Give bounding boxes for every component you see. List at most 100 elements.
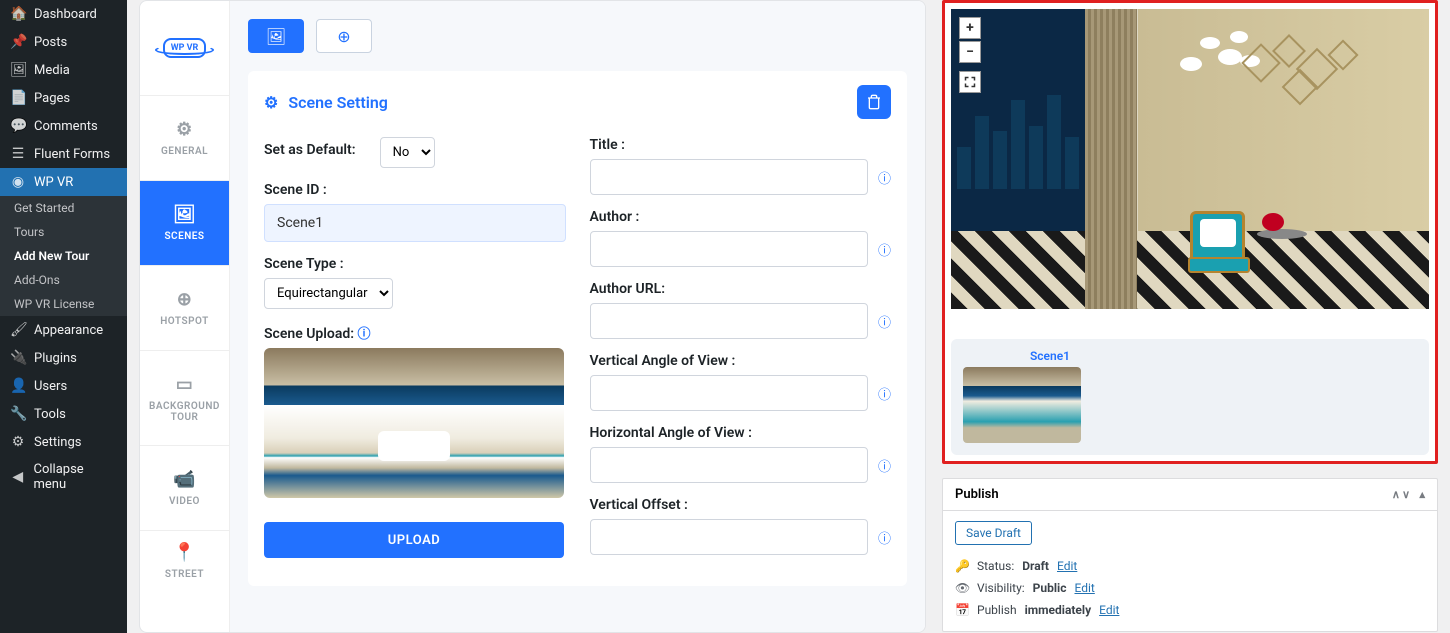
save-draft-button[interactable]: Save Draft <box>955 521 1032 545</box>
tab-label: VIDEO <box>169 496 200 507</box>
menu-fluent-forms[interactable]: ☰ Fluent Forms <box>0 140 127 168</box>
collapse-icon: ◀ <box>10 469 26 485</box>
menu-plugins[interactable]: 🔌Plugins <box>0 344 127 372</box>
menu-label: Posts <box>34 35 67 50</box>
info-icon[interactable]: ⓘ <box>878 168 891 187</box>
menu-label: Settings <box>34 435 81 450</box>
edit-status-link[interactable]: Edit <box>1057 559 1077 573</box>
haov-label: Horizontal Angle of View : <box>590 425 892 441</box>
voffset-label: Vertical Offset : <box>590 497 892 513</box>
menu-label: Pages <box>34 91 70 106</box>
menu-collapse[interactable]: ◀Collapse menu <box>0 456 127 498</box>
carousel-thumb[interactable] <box>963 367 1081 443</box>
wpvr-logo: WP VR <box>140 1 229 96</box>
wp-admin-sidebar: 🏠Dashboard 📌 Posts 🖼Media 📄Pages 💬 Comment… <box>0 0 127 633</box>
menu-label: Fluent Forms <box>34 147 110 162</box>
menu-wp-vr[interactable]: ◉WP VR <box>0 168 127 196</box>
tab-street[interactable]: 📍STREET <box>140 531 229 591</box>
info-icon[interactable]: ⓘ <box>878 312 891 331</box>
submenu-addons[interactable]: Add-Ons <box>0 268 127 292</box>
menu-label: Appearance <box>34 323 103 338</box>
scene-type-select[interactable]: Equirectangular <box>264 278 393 309</box>
publish-toggle-arrows[interactable]: ∧∨ ▴ <box>1392 488 1425 501</box>
vaov-label: Vertical Angle of View : <box>590 353 892 369</box>
caret-up-icon: ▴ <box>1419 488 1425 501</box>
tab-general[interactable]: ⚙GENERAL <box>140 96 229 181</box>
tab-video[interactable]: 📹VIDEO <box>140 446 229 531</box>
zoom-in-button[interactable]: + <box>959 17 981 39</box>
preview-box: + − Scene1 <box>942 0 1438 464</box>
menu-comments[interactable]: 💬 Comments <box>0 112 127 140</box>
panorama-viewer[interactable]: + − <box>951 9 1429 309</box>
menu-pages[interactable]: 📄Pages <box>0 84 127 112</box>
target-icon: ⊕ <box>177 289 193 310</box>
edit-schedule-link[interactable]: Edit <box>1099 603 1119 617</box>
form-icon: ☰ <box>10 146 26 162</box>
vertical-tabs: WP VR ⚙GENERAL 🖼SCENES ⊕HOTSPOT ▭BACKGRO… <box>140 1 230 632</box>
voffset-input[interactable] <box>590 519 868 555</box>
tab-hotspot[interactable]: ⊕HOTSPOT <box>140 266 229 351</box>
info-icon[interactable]: ⓘ <box>358 327 371 342</box>
fullscreen-icon <box>964 76 976 88</box>
menu-label: Tools <box>34 407 66 422</box>
status-value: Draft <box>1022 559 1049 573</box>
info-icon[interactable]: ⓘ <box>878 240 891 259</box>
add-scene-tab[interactable]: ⊕ <box>316 19 372 53</box>
haov-input[interactable] <box>590 447 868 483</box>
scene-setting-card: ⚙ Scene Setting Set as Default: No <box>248 71 907 586</box>
brush-icon: 🖌 <box>10 322 26 338</box>
tab-label: SCENES <box>164 231 204 242</box>
fullscreen-button[interactable] <box>959 71 981 93</box>
edit-visibility-link[interactable]: Edit <box>1074 581 1094 595</box>
scene-upload-preview[interactable] <box>264 348 564 498</box>
submenu-add-new-tour[interactable]: Add New Tour <box>0 244 127 268</box>
author-url-label: Author URL: <box>590 281 892 297</box>
author-input[interactable] <box>590 231 868 267</box>
pin-icon: 📌 <box>10 34 26 50</box>
scene-toggle-bar: 🖼 ⊕ <box>248 19 907 53</box>
vr-icon: ◉ <box>10 174 26 190</box>
chevron-down-icon: ∨ <box>1402 488 1410 501</box>
street-icon: 📍 <box>173 542 196 563</box>
tab-label: BACKGROUND TOUR <box>140 401 229 423</box>
status-label: Status: <box>977 559 1014 573</box>
menu-label: Media <box>34 63 70 78</box>
upload-button[interactable]: UPLOAD <box>264 522 564 558</box>
info-icon[interactable]: ⓘ <box>878 528 891 547</box>
menu-label: Dashboard <box>34 7 97 22</box>
zoom-out-button[interactable]: − <box>959 41 981 63</box>
schedule-label: Publish <box>977 603 1017 617</box>
plug-icon: 🔌 <box>10 350 26 366</box>
menu-appearance[interactable]: 🖌 Appearance <box>0 316 127 344</box>
publish-title: Publish <box>955 487 999 502</box>
vaov-input[interactable] <box>590 375 868 411</box>
menu-media[interactable]: 🖼Media <box>0 56 127 84</box>
gear-icon: ⚙ <box>264 93 278 112</box>
set-default-select[interactable]: No <box>380 137 435 168</box>
menu-posts[interactable]: 📌 Posts <box>0 28 127 56</box>
chevron-up-icon: ∧ <box>1392 488 1400 501</box>
scene-image-tab[interactable]: 🖼 <box>248 19 304 53</box>
scene-id-value: Scene1 <box>264 204 566 242</box>
tab-label: GENERAL <box>161 146 208 157</box>
menu-dashboard[interactable]: 🏠Dashboard <box>0 0 127 28</box>
tab-scenes[interactable]: 🖼SCENES <box>140 181 229 266</box>
image-icon: 🖼 <box>266 27 286 46</box>
submenu-license[interactable]: WP VR License <box>0 292 127 316</box>
menu-settings[interactable]: ⚙ Settings <box>0 428 127 456</box>
tab-background-tour[interactable]: ▭BACKGROUND TOUR <box>140 351 229 446</box>
panorama-controls: + − <box>959 17 981 93</box>
info-icon[interactable]: ⓘ <box>878 384 891 403</box>
submenu-get-started[interactable]: Get Started <box>0 196 127 220</box>
delete-scene-button[interactable] <box>857 85 891 119</box>
menu-tools[interactable]: 🔧Tools <box>0 400 127 428</box>
editor-panel: WP VR ⚙GENERAL 🖼SCENES ⊕HOTSPOT ▭BACKGRO… <box>139 0 926 633</box>
comment-icon: 💬 <box>10 118 26 134</box>
submenu-tours[interactable]: Tours <box>0 220 127 244</box>
info-icon[interactable]: ⓘ <box>878 456 891 475</box>
author-url-input[interactable] <box>590 303 868 339</box>
sliders-icon: ⚙ <box>10 434 26 450</box>
title-input[interactable] <box>590 159 868 195</box>
menu-label: Comments <box>34 119 98 134</box>
menu-users[interactable]: 👤Users <box>0 372 127 400</box>
